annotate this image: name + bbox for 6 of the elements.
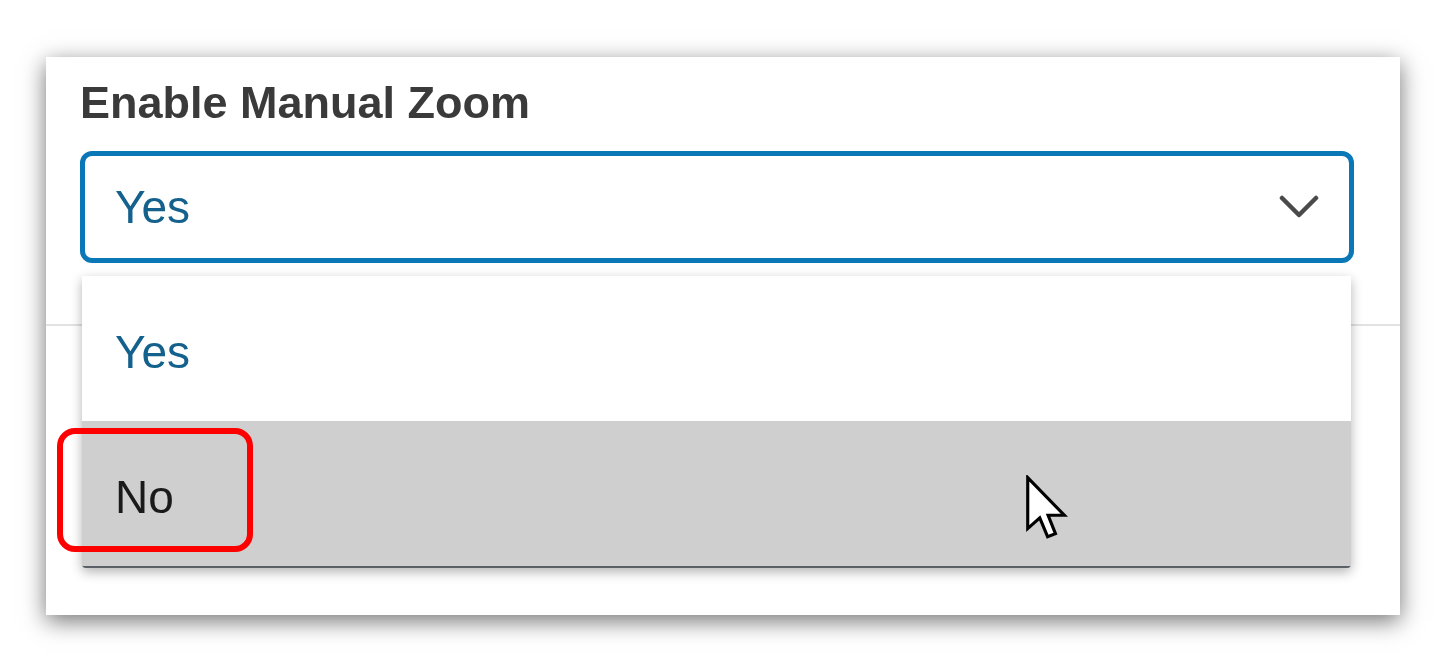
select-value: Yes bbox=[115, 180, 191, 234]
dropdown-option[interactable]: Yes bbox=[82, 276, 1351, 421]
chevron-down-icon bbox=[1279, 195, 1319, 219]
dropdown-option[interactable]: No bbox=[82, 421, 1351, 566]
field-label: Enable Manual Zoom bbox=[80, 76, 531, 130]
select-field[interactable]: Yes bbox=[80, 151, 1354, 263]
